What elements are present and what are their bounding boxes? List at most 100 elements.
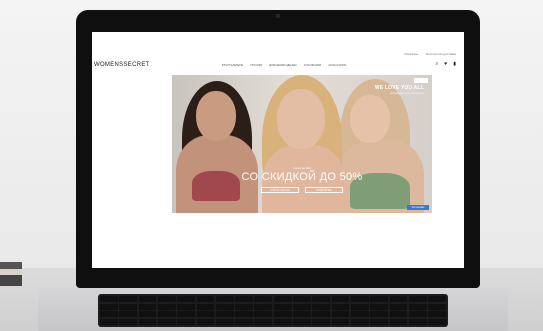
bag-icon[interactable]: ▮ [453,62,456,67]
promo-subtitle: собрание всех весенних [390,91,424,95]
keyboard-key [119,296,138,302]
keyboard-key [428,311,446,317]
keyboard-key [196,311,215,317]
keyboard-key [215,318,234,325]
keyboard-key [370,296,389,302]
keyboard-key [428,303,446,310]
utility-bar: Магазины Бесплатная доставка [404,52,456,56]
keyboard-key [312,311,331,317]
keyboard-key [119,303,138,310]
nav-item-accessories[interactable]: Аксессуары [328,64,346,67]
webcam [276,14,280,18]
keyboard-key [254,311,273,317]
books-stack [0,262,22,286]
keyboard-key [157,318,176,325]
site-header: WOMENSSECRET Бюстгальтеры Трусики Домашн… [92,60,464,74]
keyboard-key [119,311,138,317]
keyboard-key [273,303,292,310]
hero-banner[interactable]: WE LOVE YOU ALL собрание всех весенних т… [172,75,432,213]
keyboard-key [177,318,196,325]
laptop-base [38,288,508,331]
laptop-screen: Магазины Бесплатная доставка WOMENSSECRE… [92,32,464,268]
keyboard-key [100,303,118,310]
learn-more-button[interactable]: ПОДРОБНЕЕ [305,187,343,193]
keyboard-key [293,303,311,310]
keyboard-key [138,318,157,325]
keyboard-key [293,311,311,317]
keyboard-key [235,311,253,317]
keyboard-key [235,296,253,302]
header-icons: ⌕ ♥ ▮ [435,62,456,67]
keyboard-key [138,303,157,310]
keyboard-key [408,311,427,317]
keyboard-key [254,296,273,302]
keyboard-key [273,296,292,302]
sale-block: только онлайн СО СКИДКОЙ ДО 50% КУПИТЬ С… [172,167,432,193]
keyboard-key [408,303,427,310]
keyboard [98,294,448,327]
main-nav: Бюстгальтеры Трусики Домашняя одежда Куп… [222,64,346,67]
chat-button[interactable]: Чат онлайн [407,205,429,210]
cta-row: КУПИТЬ СЕЙЧАС ПОДРОБНЕЕ [172,187,432,193]
keyboard-key [177,303,196,310]
nav-item-panties[interactable]: Трусики [250,64,262,67]
site-logo[interactable]: WOMENSSECRET [94,62,150,68]
keyboard-key [119,318,138,325]
heart-icon[interactable]: ♥ [444,62,447,67]
keyboard-key [312,318,331,325]
keyboard-key [177,311,196,317]
search-icon[interactable]: ⌕ [435,62,438,67]
keyboard-key [235,303,253,310]
keyboard-key [235,318,253,325]
keyboard-key [254,318,273,325]
model-right-face [350,95,390,143]
keyboard-key [331,303,350,310]
keyboard-key [389,303,408,310]
keyboard-key [408,296,427,302]
keyboard-key [331,311,350,317]
keyboard-key [157,311,176,317]
laptop-lid: Магазины Бесплатная доставка WOMENSSECRE… [76,10,480,288]
utility-link-stores[interactable]: Магазины [404,52,418,56]
keyboard-key [215,296,234,302]
keyboard-key [350,303,369,310]
keyboard-key [138,311,157,317]
utility-link-delivery[interactable]: Бесплатная доставка [426,52,456,56]
keyboard-key [273,318,292,325]
keyboard-key [157,303,176,310]
sale-headline: СО СКИДКОЙ ДО 50% [241,171,363,183]
keyboard-key [350,318,369,325]
keyboard-key [196,318,215,325]
nav-item-homewear[interactable]: Домашняя одежда [269,64,297,67]
keyboard-key [331,318,350,325]
promo-logo-box [414,78,428,83]
promo-badge: WE LOVE YOU ALL собрание всех весенних [375,85,424,95]
shop-now-button[interactable]: КУПИТЬ СЕЙЧАС [261,187,299,193]
keyboard-key [196,303,215,310]
keyboard-key [428,296,446,302]
keyboard-key [389,318,408,325]
keyboard-key [100,318,118,325]
keyboard-key [293,318,311,325]
keyboard-key [312,296,331,302]
keyboard-key [273,311,292,317]
keyboard-key [138,296,157,302]
keyboard-key [196,296,215,302]
nav-item-bras[interactable]: Бюстгальтеры [222,64,243,67]
nav-item-swimwear[interactable]: Купальники [304,64,321,67]
keyboard-key [177,296,196,302]
keyboard-key [370,318,389,325]
keyboard-key [370,311,389,317]
sale-kicker: только онлайн [293,167,311,170]
keyboard-key [100,311,118,317]
model-left-face [196,91,236,141]
keyboard-key [293,296,311,302]
keyboard-key [350,296,369,302]
keyboard-key [331,296,350,302]
keyboard-key [408,318,427,325]
keyboard-key [254,303,273,310]
keyboard-key [389,296,408,302]
keyboard-key [370,303,389,310]
keyboard-key [215,303,234,310]
keyboard-key [350,311,369,317]
